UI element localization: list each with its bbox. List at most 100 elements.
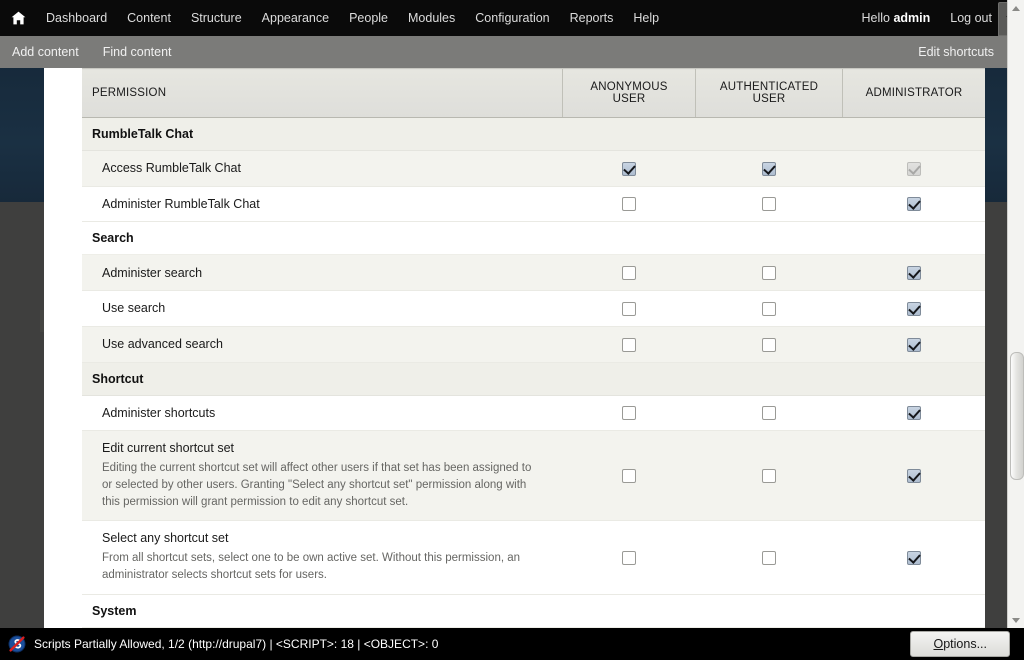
permission-checkbox-administrator[interactable] [906, 337, 921, 352]
permission-title: Edit current shortcut set [102, 441, 235, 456]
toolbar-item-dashboard[interactable]: Dashboard [36, 0, 117, 36]
checkbox-cell-anonymous-user [562, 254, 696, 292]
permission-checkbox-anonymous-user[interactable] [622, 550, 636, 565]
permission-checkbox-administrator[interactable] [906, 550, 921, 565]
shortcut-add-content[interactable]: Add content [0, 45, 91, 59]
permission-checkbox-authenticated-user[interactable] [762, 301, 776, 316]
checkbox-cell-administrator [842, 395, 985, 432]
checkbox-cell-administrator [842, 290, 985, 327]
permission-checkbox-anonymous-user[interactable] [622, 406, 636, 421]
column-header-permission: PERMISSION [82, 68, 563, 118]
section-title: System [82, 593, 985, 628]
auth-line2: USER [752, 93, 786, 105]
permission-cell: Use advanced search [82, 326, 563, 363]
checkbox-cell-anonymous-user [562, 430, 696, 522]
anon-line2: USER [612, 93, 646, 105]
shortcut-find-content[interactable]: Find content [91, 45, 184, 59]
checkbox-cell-administrator [842, 150, 985, 187]
anon-line1: ANONYMOUS [590, 81, 668, 93]
scrollbar-thumb[interactable] [1010, 352, 1024, 480]
permission-title: Select any shortcut set [102, 531, 229, 546]
permission-title: Use search [102, 301, 166, 316]
checkbox-cell-authenticated-user [695, 430, 843, 522]
permission-section-header: System [82, 593, 985, 628]
permission-checkbox-administrator[interactable] [906, 266, 921, 281]
noscript-status-text: Scripts Partially Allowed, 1/2 (http://d… [34, 637, 439, 651]
toolbar-item-content[interactable]: Content [117, 0, 181, 36]
permission-title: Administer shortcuts [102, 405, 216, 420]
permission-checkbox-anonymous-user[interactable] [622, 161, 636, 176]
table-row: Use search [82, 290, 985, 327]
checkbox-cell-authenticated-user [695, 290, 843, 327]
table-row: Access RumbleTalk Chat [82, 150, 985, 187]
checkbox-cell-administrator [842, 430, 985, 522]
permission-checkbox-authenticated-user[interactable] [762, 550, 776, 565]
toolbar-item-people[interactable]: People [339, 0, 398, 36]
permission-checkbox-anonymous-user[interactable] [622, 197, 636, 212]
section-title: Shortcut [82, 361, 985, 396]
permission-checkbox-anonymous-user[interactable] [622, 337, 636, 352]
permission-checkbox-authenticated-user[interactable] [762, 161, 776, 176]
permissions-panel: PERMISSION ANONYMOUS USER AUTHENTICATED … [82, 68, 985, 628]
permission-description: From all shortcut sets, select one to be… [102, 552, 521, 581]
permission-cell: Access RumbleTalk Chat [82, 150, 563, 187]
permission-title: Access RumbleTalk Chat [102, 161, 241, 176]
checkbox-cell-authenticated-user [695, 520, 843, 595]
toolbar-logout-link[interactable]: Log out [940, 11, 1002, 25]
checkbox-cell-authenticated-user [695, 186, 843, 223]
checkbox-cell-administrator [842, 326, 985, 363]
section-title: RumbleTalk Chat [82, 117, 985, 151]
auth-line1: AUTHENTICATED [719, 81, 819, 93]
checkbox-cell-administrator [842, 186, 985, 223]
options-accel-letter: O [933, 637, 944, 651]
checkbox-cell-authenticated-user [695, 326, 843, 363]
toolbar-item-modules[interactable]: Modules [398, 0, 465, 36]
table-row: Use advanced search [82, 326, 985, 363]
permission-checkbox-administrator[interactable] [906, 197, 921, 212]
edit-shortcuts-link[interactable]: Edit shortcuts [904, 45, 1008, 59]
permission-checkbox-anonymous-user[interactable] [622, 469, 636, 484]
permission-checkbox-anonymous-user[interactable] [622, 301, 636, 316]
permission-cell: Use search [82, 290, 563, 327]
table-row: Edit current shortcut set Editing the cur… [82, 430, 985, 522]
scroll-down-arrow-icon[interactable] [1009, 613, 1023, 627]
permission-section-header: Search [82, 221, 985, 256]
permission-checkbox-authenticated-user[interactable] [762, 406, 776, 421]
toolbar-menu: Dashboard Content Structure Appearance P… [0, 0, 669, 36]
table-row: Administer RumbleTalk Chat [82, 186, 985, 223]
permission-cell: Administer search [82, 254, 563, 292]
toolbar-item-appearance[interactable]: Appearance [252, 0, 339, 36]
permission-title: Use advanced search [102, 337, 223, 352]
checkbox-cell-authenticated-user [695, 395, 843, 432]
column-header-administrator: ADMINISTRATOR [842, 68, 985, 118]
noscript-icon[interactable] [8, 635, 26, 653]
permission-checkbox-authenticated-user[interactable] [762, 469, 776, 484]
column-header-authenticated-user: AUTHENTICATED USER [695, 68, 843, 118]
toolbar-item-structure[interactable]: Structure [181, 0, 252, 36]
toolbar-item-reports[interactable]: Reports [560, 0, 624, 36]
checkbox-cell-anonymous-user [562, 150, 696, 187]
permission-cell: Select any shortcut set From all shortcut… [82, 520, 563, 595]
screen-root: Log out Dashboard Content Structure Appe… [0, 0, 1024, 660]
permission-checkbox-administrator[interactable] [906, 406, 921, 421]
checkbox-cell-administrator [842, 254, 985, 292]
checkbox-cell-anonymous-user [562, 326, 696, 363]
toolbar-item-configuration[interactable]: Configuration [465, 0, 559, 36]
permission-checkbox-authenticated-user[interactable] [762, 197, 776, 212]
checkbox-cell-anonymous-user [562, 186, 696, 223]
permission-checkbox-administrator[interactable] [906, 301, 921, 316]
table-header-row: PERMISSION ANONYMOUS USER AUTHENTICATED … [82, 68, 985, 118]
checkbox-cell-authenticated-user [695, 150, 843, 187]
permission-checkbox-anonymous-user[interactable] [622, 266, 636, 281]
toolbar-item-help[interactable]: Help [623, 0, 669, 36]
username-link[interactable]: admin [893, 11, 930, 25]
noscript-options-button[interactable]: Options... [910, 631, 1010, 657]
scroll-up-arrow-icon[interactable] [1009, 1, 1023, 15]
window-scrollbar[interactable] [1007, 0, 1024, 628]
permission-checkbox-administrator[interactable] [906, 469, 921, 484]
permission-checkbox-authenticated-user[interactable] [762, 266, 776, 281]
home-icon[interactable] [0, 0, 36, 36]
permission-title: Administer search [102, 265, 203, 280]
checkbox-cell-anonymous-user [562, 520, 696, 595]
permission-checkbox-authenticated-user[interactable] [762, 337, 776, 352]
